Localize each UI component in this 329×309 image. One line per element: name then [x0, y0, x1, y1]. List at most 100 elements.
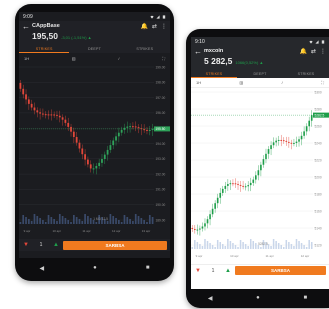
price-change: -3,01 (-1,51%) ▲	[61, 35, 92, 40]
nav-recents-icon[interactable]: ■	[304, 295, 308, 301]
volume-bar	[285, 240, 288, 249]
candle-body	[103, 154, 106, 159]
volume-bar	[95, 222, 98, 224]
nav-home-icon[interactable]: ●	[93, 265, 97, 271]
nav-home-icon[interactable]: ●	[256, 295, 260, 301]
volume-bar	[137, 216, 140, 224]
volume-bar	[227, 239, 229, 249]
candles-icon[interactable]: ▥	[240, 80, 244, 85]
alarm-icon[interactable]: 🔔	[299, 48, 306, 55]
sell-button[interactable]: SARBSA	[235, 266, 326, 275]
buy-arrow-icon[interactable]: ▲	[224, 268, 232, 274]
expand-icon[interactable]: ⛶	[162, 56, 165, 61]
volume-bar	[283, 247, 285, 249]
volume-bar	[219, 242, 221, 249]
candle-body	[134, 126, 137, 128]
nav-recents-icon[interactable]: ■	[146, 265, 150, 271]
candle-body	[67, 122, 70, 127]
candle-body	[19, 83, 22, 89]
tab-strikes-2[interactable]: STRIKES	[283, 70, 329, 78]
alarm-icon[interactable]: 🔔	[140, 23, 147, 30]
axis-tick-label: 190.00	[156, 203, 166, 207]
volume-bar	[201, 246, 204, 249]
candle-body	[143, 129, 146, 131]
candle-body	[72, 131, 75, 137]
candle-body	[260, 164, 262, 171]
more-icon[interactable]: ⋮	[161, 23, 167, 30]
volume-bar	[73, 215, 75, 224]
price-chart[interactable]: 5300 5280 5260 5240 5220 5200 5180 5160 5140 5120…	[191, 88, 329, 259]
share-icon[interactable]: ⇄	[311, 48, 316, 55]
volume-bar	[25, 217, 27, 224]
volume-bar	[206, 241, 209, 249]
candle-body	[109, 145, 112, 150]
expand-icon[interactable]: ⛶	[321, 80, 324, 85]
candle-body	[81, 148, 84, 155]
pen-icon[interactable]: /	[118, 56, 119, 61]
volume-bar	[280, 245, 282, 249]
volume-bar	[115, 218, 117, 224]
candle-body	[126, 126, 129, 128]
volume-bar	[61, 216, 64, 224]
back-arrow-icon[interactable]: ←	[22, 23, 32, 31]
sell-button[interactable]: SARBSA	[63, 240, 167, 250]
axis-tick-label: 198.00	[156, 81, 166, 85]
volume-bar	[146, 222, 148, 224]
volume-bar	[275, 241, 277, 249]
candle-body	[92, 168, 95, 170]
interval-selector[interactable]: 1H	[24, 56, 29, 61]
candle-body	[239, 184, 242, 186]
tab-deept[interactable]: DEEPT	[237, 70, 283, 78]
interval-selector[interactable]: 1H	[196, 80, 201, 85]
instrument-name: CAppBase	[32, 23, 60, 29]
candle-body	[30, 103, 33, 108]
tab-strikes-2[interactable]: STRIKES	[120, 45, 170, 53]
wifi-icon	[309, 40, 313, 44]
quantity-input[interactable]: 1	[205, 268, 221, 274]
volume-bar	[255, 243, 257, 249]
more-icon[interactable]: ⋮	[320, 48, 326, 55]
pen-icon[interactable]: /	[282, 80, 283, 85]
wifi-icon	[150, 15, 154, 19]
quantity-input[interactable]: 1	[33, 242, 49, 248]
battery-icon	[162, 14, 166, 19]
candle-body	[265, 153, 267, 160]
candle-body	[282, 140, 285, 142]
axis-tick-label: 5160	[315, 209, 322, 213]
status-time: 9:09	[23, 13, 33, 20]
buy-arrow-icon[interactable]: ▲	[52, 242, 60, 248]
volume-bar	[33, 214, 36, 224]
volume-bar	[252, 241, 255, 249]
share-icon[interactable]: ⇄	[152, 23, 157, 30]
sell-arrow-icon[interactable]: ▼	[194, 268, 202, 274]
nav-back-icon[interactable]: ◀	[208, 295, 213, 302]
tab-strikes[interactable]: STRIKES	[191, 70, 237, 78]
tab-deept[interactable]: DEEPT	[69, 45, 119, 53]
app-bar: ← CAppBase 195,50 -3,01 (-1,51%) ▲ 🔔 ⇄ ⋮	[19, 21, 170, 45]
axis-tick-label: 5240	[315, 141, 322, 145]
axis-tick-label: 5260	[315, 124, 322, 128]
axis-tick-label: 192.00	[156, 172, 166, 176]
x-tick-label: 10 apr	[52, 229, 61, 233]
volume-bar	[194, 240, 196, 249]
candles-icon[interactable]: ▥	[72, 56, 76, 61]
volume-bar	[298, 241, 300, 249]
volume-bar	[53, 219, 55, 224]
tab-strikes[interactable]: STRIKES	[19, 45, 70, 53]
x-tick-label: 11 apr	[266, 254, 274, 258]
candle-body	[252, 179, 255, 183]
status-bar: 9:10	[191, 37, 329, 46]
back-arrow-icon[interactable]: ←	[194, 48, 204, 56]
candle-body	[237, 183, 239, 185]
volume-bar	[120, 222, 123, 224]
candle-body	[64, 119, 67, 123]
candle-body	[56, 114, 58, 116]
nav-back-icon[interactable]: ◀	[40, 265, 45, 272]
price-chart[interactable]: 199.00198.00197.00196.00195.00194.00193.…	[19, 63, 170, 234]
candle-body	[61, 117, 64, 120]
sell-arrow-icon[interactable]: ▼	[22, 242, 30, 248]
volume-bar	[109, 214, 112, 224]
volume-bar	[260, 247, 262, 249]
volume-bar	[50, 217, 53, 224]
candle-body	[89, 164, 92, 169]
